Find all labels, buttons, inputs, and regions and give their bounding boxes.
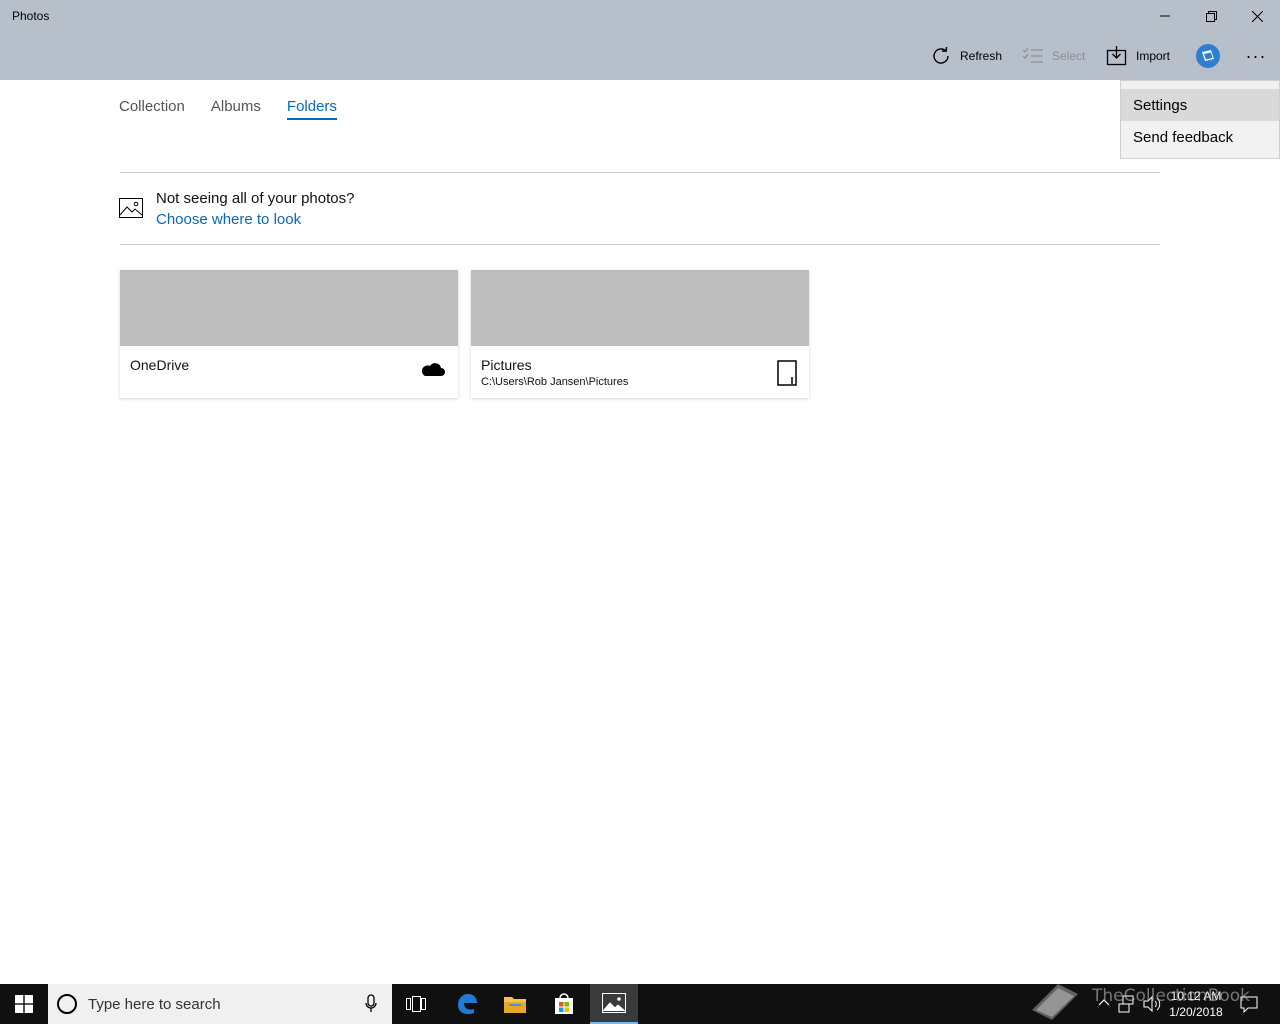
select-label: Select: [1052, 49, 1086, 63]
system-clock[interactable]: 10:12 AM 1/20/2018: [1166, 988, 1226, 1020]
windows-logo-icon: [15, 995, 33, 1013]
store-icon: [555, 993, 573, 1014]
refresh-label: Refresh: [960, 49, 1003, 63]
clock-time: 10:12 AM: [1170, 989, 1222, 1003]
edge-icon: [458, 994, 477, 1015]
story-remix-button[interactable]: [1194, 40, 1222, 72]
tab-albums[interactable]: Albums: [211, 98, 261, 120]
view-tabs: Collection Albums Folders: [119, 98, 337, 120]
restore-icon: [1205, 10, 1217, 22]
network-icon[interactable]: [1118, 995, 1136, 1013]
folder-tile-onedrive[interactable]: OneDrive: [120, 270, 458, 398]
photos-icon: [602, 993, 626, 1013]
minimize-button[interactable]: [1142, 0, 1188, 32]
folder-icon: [504, 997, 526, 1013]
minimize-icon: [1160, 15, 1170, 17]
more-options-menu: Settings Send feedback: [1120, 80, 1280, 159]
tab-collection[interactable]: Collection: [119, 98, 185, 120]
tab-folders[interactable]: Folders: [286, 98, 337, 120]
file-explorer-taskbar-button[interactable]: [491, 984, 539, 1024]
close-icon: [1251, 10, 1263, 22]
close-button[interactable]: [1234, 0, 1280, 32]
divider: [120, 244, 1160, 245]
folder-name: OneDrive: [130, 357, 190, 373]
import-label: Import: [1136, 49, 1171, 63]
task-view-button[interactable]: [392, 984, 440, 1024]
folder-thumbnail: [120, 270, 458, 346]
cortana-icon: [57, 994, 77, 1014]
photo-icon: [119, 198, 143, 218]
notice-question: Not seeing all of your photos?: [156, 190, 355, 207]
action-center-icon[interactable]: [1240, 995, 1258, 1013]
clock-date: 1/20/2018: [1169, 1005, 1223, 1019]
title-bar: Photos Refresh Select Import ···: [0, 0, 1280, 80]
story-remix-icon: [1196, 44, 1220, 68]
menu-item-send-feedback[interactable]: Send feedback: [1121, 121, 1279, 153]
taskbar: Type here to search 10:12 AM 1/20/2018: [0, 984, 1280, 1024]
folder-name: Pictures: [481, 357, 532, 373]
choose-where-to-look-link[interactable]: Choose where to look: [156, 211, 301, 228]
import-icon: [1106, 46, 1127, 66]
folder-path: C:\Users\Rob Jansen\Pictures: [481, 376, 629, 388]
folder-tile-pictures[interactable]: Pictures C:\Users\Rob Jansen\Pictures: [471, 270, 809, 398]
more-options-button[interactable]: ···: [1240, 40, 1272, 72]
cloud-icon: [421, 363, 445, 376]
menu-item-settings[interactable]: Settings: [1121, 89, 1279, 121]
microphone-icon[interactable]: [364, 994, 378, 1014]
folder-thumbnail: [471, 270, 809, 346]
photos-taskbar-button[interactable]: [590, 984, 638, 1024]
select-list-icon: [1022, 47, 1043, 63]
search-placeholder: Type here to search: [88, 996, 221, 1013]
app-title: Photos: [12, 9, 50, 23]
taskbar-search-box[interactable]: Type here to search: [48, 984, 392, 1024]
refresh-icon: [933, 46, 949, 64]
edge-taskbar-button[interactable]: [443, 984, 491, 1024]
device-icon: [777, 360, 797, 386]
divider: [120, 172, 1160, 173]
select-button[interactable]: Select: [1022, 40, 1085, 72]
volume-icon[interactable]: [1142, 995, 1162, 1013]
store-taskbar-button[interactable]: [540, 984, 588, 1024]
chevron-up-icon[interactable]: [1098, 996, 1110, 1010]
restore-button[interactable]: [1188, 0, 1234, 32]
start-button[interactable]: [0, 984, 48, 1024]
task-view-icon: [406, 996, 426, 1012]
refresh-button[interactable]: Refresh: [930, 40, 1002, 72]
import-button[interactable]: Import: [1106, 40, 1170, 72]
